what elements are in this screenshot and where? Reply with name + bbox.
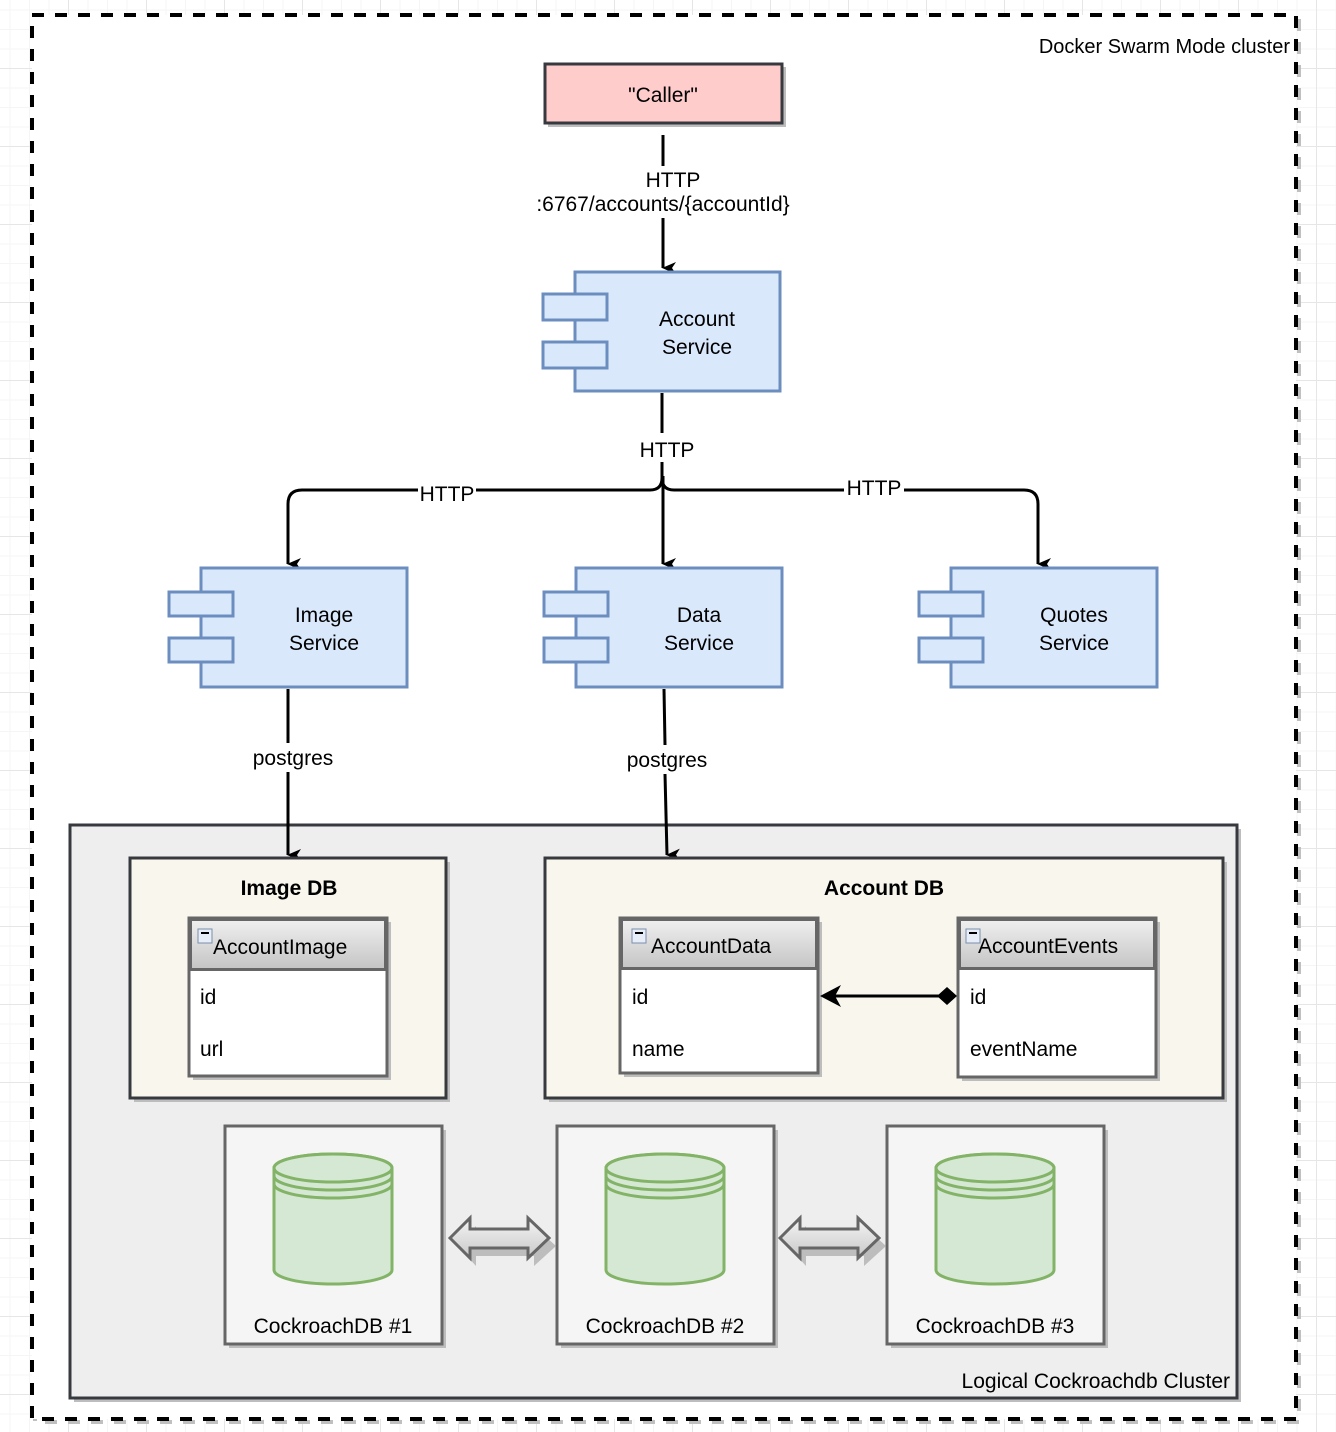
image-service[interactable]: Image Service xyxy=(167,566,409,689)
cockroach-nodes: CockroachDB #1 CockroachDB #2 CockroachDB … xyxy=(223,1124,1108,1348)
database-cylinder-icon xyxy=(604,1152,726,1286)
quotes-service-label-2: Service xyxy=(1039,632,1109,655)
image-db-title: Image DB xyxy=(241,877,338,900)
collapse-icon[interactable] xyxy=(631,928,647,944)
database-cylinder-icon xyxy=(934,1152,1056,1286)
caller-label: "Caller" xyxy=(628,84,698,107)
edge-label-http: HTTP xyxy=(646,169,701,192)
table-field: name xyxy=(632,1038,685,1061)
table-name: AccountImage xyxy=(213,936,347,959)
account-service-label-1: Account xyxy=(659,308,735,331)
component-port-icon xyxy=(541,340,609,370)
caller-node[interactable]: "Caller" xyxy=(543,62,786,127)
component-port-icon xyxy=(541,292,609,322)
edge-label-endpoint: :6767/accounts/{accountId} xyxy=(536,193,789,216)
account-service[interactable]: Account Service xyxy=(541,270,782,393)
component-port-icon xyxy=(917,636,985,664)
table-field: url xyxy=(200,1038,223,1061)
edge-label-to-quotes: HTTP xyxy=(847,477,902,500)
table-field: id xyxy=(632,986,648,1009)
component-port-icon xyxy=(167,590,235,618)
data-service-label-2: Service xyxy=(664,632,734,655)
cockroach-cluster-label: Logical Cockroachdb Cluster xyxy=(962,1370,1230,1393)
component-port-icon xyxy=(917,590,985,618)
table-account-data[interactable]: AccountData id name xyxy=(618,916,822,1077)
account-db-title: Account DB xyxy=(824,877,944,900)
cockroachdb-node-label: CockroachDB #2 xyxy=(586,1315,745,1338)
edge-data-to-db-arrow xyxy=(663,773,681,861)
table-field: eventName xyxy=(970,1038,1077,1061)
image-service-label-1: Image xyxy=(295,604,353,627)
collapse-icon[interactable] xyxy=(197,928,213,944)
component-port-icon xyxy=(542,636,610,664)
database-cylinder-icon xyxy=(272,1152,394,1286)
cockroachdb-node[interactable]: CockroachDB #3 xyxy=(885,1124,1108,1348)
image-db[interactable]: Image DB AccountImage id url xyxy=(128,856,450,1102)
table-name: AccountEvents xyxy=(978,935,1118,958)
table-field: id xyxy=(200,986,216,1009)
edge-label-to-image: HTTP xyxy=(420,483,475,506)
component-port-icon xyxy=(542,590,610,618)
swarm-cluster-label: Docker Swarm Mode cluster xyxy=(1039,36,1291,58)
data-service-label-1: Data xyxy=(677,604,722,627)
architecture-diagram: Docker Swarm Mode cluster "Caller" HTTP … xyxy=(30,13,1301,1424)
edge-data-to-db xyxy=(662,688,667,746)
table-field: id xyxy=(970,986,986,1009)
component-port-icon xyxy=(167,636,235,664)
table-name: AccountData xyxy=(651,935,772,958)
quotes-service-label-1: Quotes xyxy=(1040,604,1108,627)
cockroachdb-node-label: CockroachDB #3 xyxy=(916,1315,1075,1338)
table-account-events[interactable]: AccountEvents id eventName xyxy=(956,916,1160,1081)
data-service[interactable]: Data Service xyxy=(542,566,784,689)
cockroachdb-node[interactable]: CockroachDB #1 xyxy=(223,1124,446,1348)
edge-label-postgres-image: postgres xyxy=(253,747,334,770)
edge-label-postgres-data: postgres xyxy=(627,749,708,772)
cockroachdb-node[interactable]: CockroachDB #2 xyxy=(555,1124,778,1348)
account-service-label-2: Service xyxy=(662,336,732,359)
table-account-image[interactable]: AccountImage id url xyxy=(187,916,391,1080)
edge-label-fanout: HTTP xyxy=(640,439,695,462)
cockroachdb-node-label: CockroachDB #1 xyxy=(254,1315,413,1338)
quotes-service[interactable]: Quotes Service xyxy=(917,566,1159,689)
image-service-label-2: Service xyxy=(289,632,359,655)
account-db[interactable]: Account DB AccountData id name AccountEv… xyxy=(543,856,1227,1102)
